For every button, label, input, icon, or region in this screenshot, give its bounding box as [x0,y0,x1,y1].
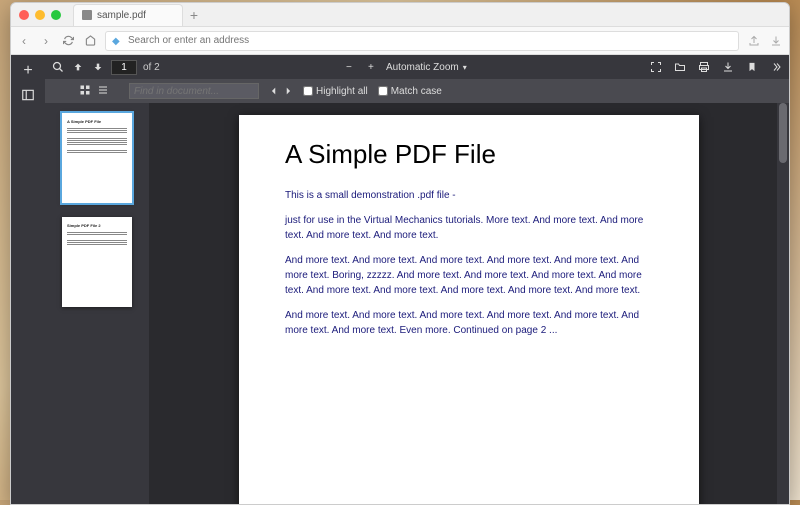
zoom-out-button[interactable]: − [342,60,356,74]
viewer-main: of 2 − + Automatic Zoom ▾ [45,55,789,504]
left-sidebar-strip: + [11,55,45,504]
titlebar: sample.pdf + [11,3,789,27]
zoom-select[interactable]: Automatic Zoom ▾ [386,62,467,73]
match-case-input[interactable] [378,86,388,96]
page-count-label: of 2 [143,62,160,73]
bookmark-button[interactable] [745,60,759,74]
previous-page-button[interactable] [71,60,85,74]
minimize-window-button[interactable] [35,10,45,20]
pdf-viewer: + of 2 [11,55,789,504]
address-bar: ‹ › ◆ [11,27,789,55]
document-title: A Simple PDF File [285,139,653,170]
thumbnails-view-button[interactable] [79,84,93,98]
browser-window: sample.pdf + ‹ › ◆ + [10,2,790,505]
print-button[interactable] [697,60,711,74]
fullscreen-button[interactable] [649,60,663,74]
thumbnail-page-2[interactable]: Simple PDF File 2 [62,217,132,307]
tools-menu-button[interactable] [769,60,783,74]
vertical-scrollbar[interactable] [777,103,789,504]
document-paragraph: just for use in the Virtual Mechanics tu… [285,213,653,243]
page-number-input[interactable] [111,60,137,75]
tab-strip: sample.pdf + [73,4,203,26]
next-page-button[interactable] [91,60,105,74]
document-paragraph: And more text. And more text. And more t… [285,253,653,298]
download-button[interactable] [721,60,735,74]
document-paragraph: And more text. And more text. And more t… [285,308,653,338]
match-case-checkbox[interactable]: Match case [378,86,442,97]
window-controls [19,10,61,20]
pdf-favicon [82,10,92,20]
highlight-all-input[interactable] [303,86,313,96]
scrollbar-thumb[interactable] [779,103,787,163]
open-file-button[interactable] [673,60,687,74]
reload-button[interactable] [61,34,75,48]
find-previous-button[interactable] [269,86,279,96]
address-input[interactable] [128,35,732,46]
new-tab-plus-icon[interactable]: + [18,61,38,81]
address-field-wrap[interactable]: ◆ [105,31,739,51]
downloads-button[interactable] [769,34,783,48]
document-subtitle: This is a small demonstration .pdf file … [285,190,653,201]
match-case-label: Match case [391,86,442,97]
content-area: A Simple PDF File Simple PDF File 2 [45,103,789,504]
pdf-toolbar: of 2 − + Automatic Zoom ▾ [45,55,789,79]
page-viewport[interactable]: A Simple PDF File This is a small demons… [149,103,789,504]
find-next-button[interactable] [283,86,293,96]
tab-title: sample.pdf [97,10,146,21]
outline-view-button[interactable] [97,84,111,98]
thumbnail-page-1[interactable]: A Simple PDF File [62,113,132,203]
thumbnail-panel: A Simple PDF File Simple PDF File 2 [45,103,149,504]
chevron-down-icon: ▾ [463,63,467,72]
zoom-label: Automatic Zoom [386,62,459,73]
back-button[interactable]: ‹ [17,34,31,48]
highlight-all-checkbox[interactable]: Highlight all [303,86,368,97]
sidebar-toggle-button[interactable] [18,85,38,105]
search-button[interactable] [51,60,65,74]
find-input[interactable] [129,83,259,99]
thumb-title: A Simple PDF File [67,119,127,125]
forward-button[interactable]: › [39,34,53,48]
find-bar: Highlight all Match case [45,79,789,103]
share-button[interactable] [747,34,761,48]
pdf-page: A Simple PDF File This is a small demons… [239,115,699,504]
new-tab-button[interactable]: + [185,6,203,24]
close-window-button[interactable] [19,10,29,20]
site-favicon: ◆ [112,36,122,46]
maximize-window-button[interactable] [51,10,61,20]
thumb-title: Simple PDF File 2 [67,223,127,229]
home-button[interactable] [83,34,97,48]
tab-sample-pdf[interactable]: sample.pdf [73,4,183,26]
zoom-in-button[interactable]: + [364,60,378,74]
highlight-all-label: Highlight all [316,86,368,97]
